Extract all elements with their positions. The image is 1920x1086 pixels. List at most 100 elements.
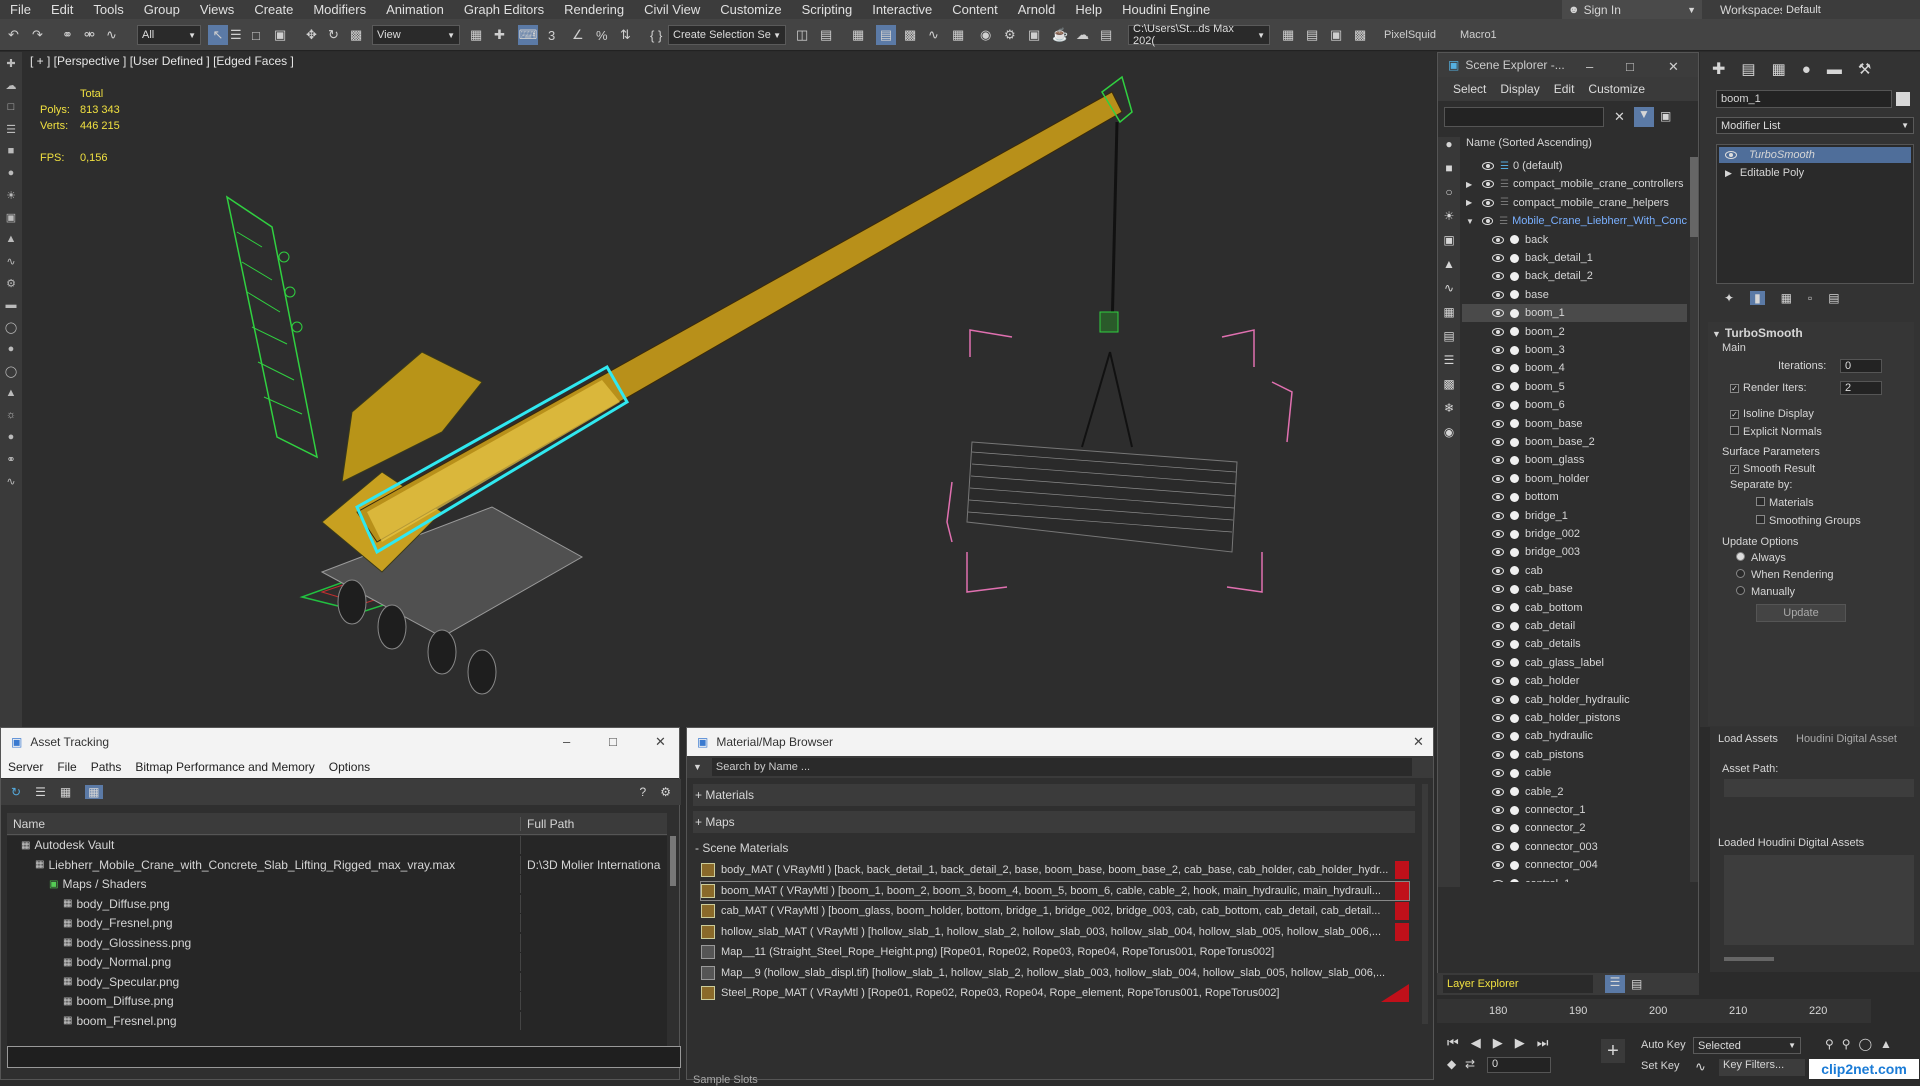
object-visibility-icon[interactable] (1510, 363, 1519, 373)
layer-explorer-icon[interactable]: ☰ (1605, 975, 1625, 993)
angle-snap-icon[interactable]: ∠ (572, 25, 584, 45)
link-icon[interactable]: ⚭ (62, 25, 73, 45)
display-containers-icon[interactable]: ▩ (1438, 377, 1460, 401)
toggle-scene-explorer-icon[interactable]: ▦ (852, 25, 864, 45)
workspaces-dropdown[interactable]: Default (1782, 1, 1916, 18)
time-ruler[interactable]: 180 190 200 210 220 (1437, 999, 1871, 1023)
eye-icon[interactable] (1492, 842, 1504, 851)
table-row[interactable]: ▦ body_Diffuse.png (7, 894, 667, 913)
scene-object-row[interactable]: boom_4 (1462, 359, 1687, 377)
scene-object-row[interactable]: back_detail_1 (1462, 249, 1687, 267)
previous-frame-icon[interactable]: ◀ (1471, 1035, 1481, 1051)
scene-object-row[interactable]: cab_bottom (1462, 599, 1687, 617)
display-frozen-icon[interactable]: ❄ (1438, 401, 1460, 425)
scene-object-row[interactable]: boom_base_2 (1462, 433, 1687, 451)
eye-icon[interactable] (1492, 438, 1504, 446)
display-shapes-icon[interactable]: ○ (1438, 185, 1460, 209)
menu-item-rendering[interactable]: Rendering (554, 2, 634, 17)
eye-icon[interactable] (1492, 695, 1504, 704)
eye-icon[interactable] (1492, 346, 1504, 354)
minimize-icon[interactable]: – (563, 734, 570, 749)
scene-object-row[interactable]: cab (1462, 562, 1687, 580)
asset-tracking-titlebar[interactable]: ▣ Asset Tracking – □ ✕ (1, 728, 679, 756)
materials-checkbox[interactable]: Materials (1756, 497, 1814, 509)
eye-icon[interactable] (1492, 787, 1504, 796)
scene-object-row[interactable]: cab_base (1462, 580, 1687, 598)
link-tool-icon[interactable]: ⚭ (0, 448, 22, 470)
eye-icon[interactable] (1492, 677, 1504, 686)
menu-item-content[interactable]: Content (942, 2, 1008, 17)
object-visibility-icon[interactable] (1510, 327, 1519, 337)
named-selection-dropdown[interactable]: Create Selection Se ▼ (668, 25, 786, 45)
eye-icon[interactable] (1492, 732, 1504, 741)
material-row[interactable]: Steel_Rope_MAT ( VRayMtl ) [Rope01, Rope… (701, 984, 1409, 1002)
object-visibility-icon[interactable] (1510, 823, 1519, 833)
sample-slots-header[interactable]: Sample Slots (693, 1074, 758, 1086)
object-visibility-icon[interactable] (1510, 345, 1519, 355)
open-folder-icon[interactable]: ▤ (1306, 25, 1318, 45)
eye-icon[interactable] (1492, 530, 1504, 538)
refresh-icon[interactable]: ↻ (11, 785, 21, 799)
scene-explorer-column-header[interactable]: Name (Sorted Ascending) (1462, 137, 1690, 155)
align-icon[interactable]: ▤ (820, 25, 832, 45)
eye-icon[interactable] (1492, 769, 1504, 778)
scene-object-row[interactable]: connector_004 (1462, 856, 1687, 874)
project-path-dropdown[interactable]: C:\Users\St...ds Max 202(▼ (1128, 23, 1270, 47)
houdini-scrollbar[interactable] (1724, 957, 1774, 961)
scene-object-row[interactable]: cab_holder_pistons (1462, 709, 1687, 727)
window-crossing-icon[interactable]: ▣ (274, 25, 286, 45)
object-visibility-icon[interactable] (1510, 860, 1519, 870)
cloud-icon[interactable]: ☁ (0, 74, 22, 96)
close-icon[interactable]: ✕ (1413, 734, 1424, 750)
stack-item-turbosmooth[interactable]: TurboSmooth (1719, 147, 1911, 163)
display-bones-icon[interactable]: ☰ (1438, 353, 1460, 377)
eye-icon[interactable] (1492, 548, 1504, 557)
utilities-tab-icon[interactable]: ⚒ (1858, 60, 1871, 78)
eye-icon[interactable] (1492, 603, 1504, 612)
se-layer-row[interactable]: ▶ ☰ compact_mobile_crane_controllers (1462, 175, 1687, 193)
scene-object-row[interactable]: bottom (1462, 488, 1687, 506)
eye-icon[interactable] (1492, 658, 1504, 667)
asset-tracking-status-field[interactable] (7, 1046, 681, 1068)
rotate-icon[interactable]: ↻ (328, 25, 339, 45)
make-unique-icon[interactable]: ▦ (1781, 291, 1792, 305)
menu-item-create[interactable]: Create (244, 2, 303, 17)
key-filters-button[interactable]: Key Filters... (1719, 1059, 1805, 1076)
table-row[interactable]: ▦ body_Specular.png (7, 972, 667, 991)
when-rendering-radio[interactable]: When Rendering (1736, 569, 1834, 581)
object-visibility-icon[interactable] (1510, 437, 1519, 447)
menu-item-civil-view[interactable]: Civil View (634, 2, 710, 17)
bend-icon[interactable]: ∿ (0, 470, 22, 492)
col-path-header[interactable]: Full Path (521, 817, 574, 831)
eye-icon[interactable] (1492, 309, 1504, 318)
table-row[interactable]: ▦ boom_Fresnel.png (7, 1011, 667, 1030)
scene-object-row[interactable]: cable_2 (1462, 783, 1687, 801)
menu-item-group[interactable]: Group (134, 2, 190, 17)
help-icon[interactable]: ? (640, 785, 647, 799)
eye-icon[interactable] (1492, 879, 1504, 882)
object-visibility-icon[interactable] (1510, 455, 1519, 465)
sphere-icon[interactable]: ● (0, 338, 22, 360)
se-layer-row[interactable]: ▶ ☰ compact_mobile_crane_helpers (1462, 194, 1687, 212)
percent-snap-icon[interactable]: % (596, 25, 608, 45)
macro-button[interactable]: Macro1 (1460, 25, 1497, 45)
eye-icon[interactable] (1492, 640, 1504, 649)
eye-icon[interactable] (1492, 419, 1504, 428)
manually-radio[interactable]: Manually (1736, 586, 1795, 598)
close-icon[interactable]: ✕ (655, 734, 666, 750)
settings-icon[interactable]: ⚙ (660, 785, 671, 799)
table-row[interactable]: ▦ Autodesk Vault (7, 836, 667, 854)
system-icon[interactable]: ⚙ (0, 272, 22, 294)
display-spacewarps-icon[interactable]: ∿ (1438, 281, 1460, 305)
eye-icon[interactable] (1492, 806, 1504, 814)
eye-icon[interactable] (1492, 254, 1504, 262)
materials-group-header[interactable]: + Materials (693, 784, 1415, 806)
material-editor-icon[interactable]: ◉ (980, 25, 991, 45)
pin-stack-icon[interactable]: ✦ (1724, 291, 1734, 305)
dot-icon[interactable]: ● (0, 162, 22, 184)
material-row[interactable]: body_MAT ( VRayMtl ) [back, back_detail_… (701, 861, 1409, 879)
eye-icon[interactable] (1492, 235, 1504, 244)
eye-icon[interactable] (1492, 474, 1504, 483)
eye-icon[interactable] (1492, 861, 1504, 870)
object-visibility-icon[interactable] (1510, 271, 1519, 281)
